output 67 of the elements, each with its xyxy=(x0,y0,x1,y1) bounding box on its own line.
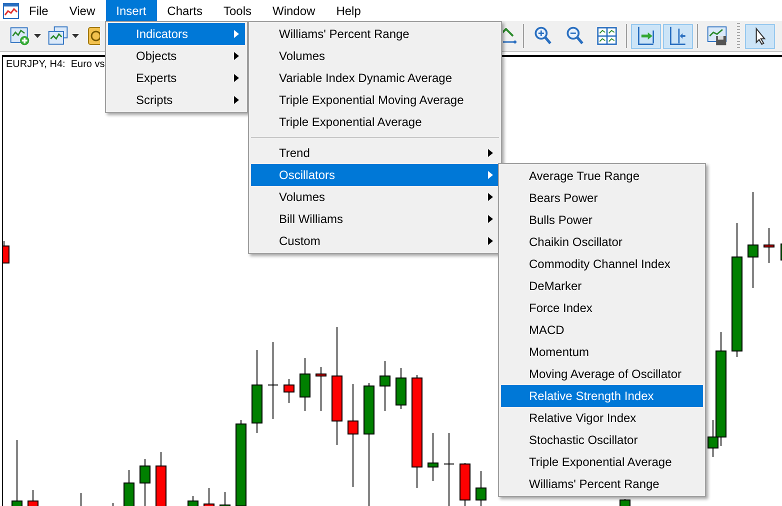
menu-item[interactable]: Williams' Percent Range xyxy=(251,23,499,45)
chart-save-icon xyxy=(706,25,728,47)
candlestick xyxy=(396,368,406,410)
menu-bar-item[interactable]: View xyxy=(59,0,106,21)
submenu-arrow-icon xyxy=(488,171,493,179)
tile-windows-icon xyxy=(596,25,618,47)
menu-item[interactable]: Momentum xyxy=(501,341,703,363)
submenu-arrow-icon xyxy=(488,149,493,157)
submenu-arrow-icon xyxy=(488,237,493,245)
menu-item[interactable]: Objects xyxy=(108,45,245,67)
menu-item[interactable]: Scripts xyxy=(108,89,245,111)
menu-item[interactable]: Variable Index Dynamic Average xyxy=(251,67,499,89)
menu-item[interactable]: Experts xyxy=(108,67,245,89)
menu-item[interactable]: Force Index xyxy=(501,297,703,319)
menu-item[interactable]: Triple Exponential Average xyxy=(251,111,499,133)
menu-item[interactable]: Williams' Percent Range xyxy=(501,473,703,495)
menu-item[interactable]: Bill Williams xyxy=(251,208,499,230)
menu-bar-item[interactable]: File xyxy=(19,0,60,21)
candlestick xyxy=(284,378,294,404)
menu-item[interactable]: Stochastic Oscillator xyxy=(501,429,703,451)
chevron-chart-icon xyxy=(503,28,517,44)
menu-item[interactable]: Relative Strength Index xyxy=(501,385,703,407)
menu-item[interactable]: Trend xyxy=(251,142,499,164)
menu-item[interactable]: Moving Average of Oscillator xyxy=(501,363,703,385)
new-chart-icon xyxy=(9,25,31,47)
menu-bar-item[interactable]: Charts xyxy=(157,0,214,21)
candlestick xyxy=(764,228,774,264)
menu-item[interactable]: Volumes xyxy=(251,45,499,67)
toolbar-button[interactable] xyxy=(745,24,775,48)
submenu-arrow-icon xyxy=(488,215,493,223)
menu-item[interactable]: Oscillators xyxy=(251,164,499,186)
candlestick xyxy=(300,358,310,412)
candlestick xyxy=(428,432,438,482)
money-icon xyxy=(88,27,100,45)
candlestick xyxy=(380,360,390,412)
menu-bar-item[interactable]: Help xyxy=(326,0,372,21)
menu-item[interactable]: Bears Power xyxy=(501,187,703,209)
caret-icon xyxy=(72,34,79,38)
windows-icon xyxy=(47,25,69,47)
menu-item[interactable]: Indicators xyxy=(108,23,245,45)
menu-item[interactable]: DeMarker xyxy=(501,275,703,297)
toolbar-grip[interactable] xyxy=(737,23,740,49)
app-logo-icon xyxy=(3,2,19,18)
menu-item[interactable]: Volumes xyxy=(251,186,499,208)
zoom-out-icon xyxy=(564,25,586,47)
submenu-arrow-icon xyxy=(234,30,239,38)
arrow-right-axis-icon xyxy=(635,25,657,47)
submenu-arrow-icon xyxy=(234,96,239,104)
submenu-arrow-icon xyxy=(234,52,239,60)
menu-item[interactable]: Relative Vigor Index xyxy=(501,407,703,429)
menu-bar-item[interactable]: Window xyxy=(262,0,326,21)
menu-bar-item[interactable]: Tools xyxy=(214,0,263,21)
menu-item[interactable]: Commodity Channel Index xyxy=(501,253,703,275)
menu-item[interactable]: Bulls Power xyxy=(501,209,703,231)
menu-item[interactable]: MACD xyxy=(501,319,703,341)
menu-item[interactable]: Triple Exponential Moving Average xyxy=(251,89,499,111)
zoom-in-icon xyxy=(532,25,554,47)
caret-icon xyxy=(34,34,41,38)
menu-item[interactable]: Average True Range xyxy=(501,165,703,187)
menu-bar-item[interactable]: Insert xyxy=(106,0,158,21)
chart-title: EURJPY, H4: Euro vs xyxy=(6,59,105,70)
submenu-arrow-icon xyxy=(234,74,239,82)
menu-item[interactable]: Triple Exponential Average xyxy=(501,451,703,473)
candlestick xyxy=(316,366,326,412)
menu-item[interactable]: Chaikin Oscillator xyxy=(501,231,703,253)
menu-item[interactable]: Custom xyxy=(251,230,499,252)
submenu-arrow-icon xyxy=(488,193,493,201)
